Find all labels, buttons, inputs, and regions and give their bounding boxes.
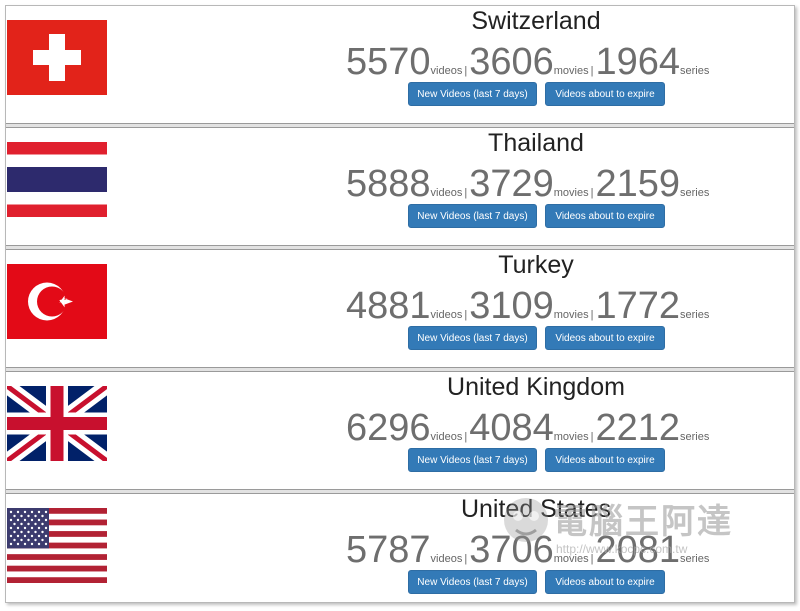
- series-label: series: [680, 65, 710, 77]
- expiring-videos-button[interactable]: Videos about to expire: [545, 82, 665, 106]
- separator: |: [464, 187, 468, 199]
- videos-label: videos: [430, 553, 463, 565]
- new-videos-button[interactable]: New Videos (last 7 days): [408, 448, 537, 472]
- videos-label: videos: [430, 431, 463, 443]
- separator: |: [590, 553, 594, 565]
- series-count: 2159: [595, 163, 680, 205]
- country-stats: 6296videos |4084movies |2212series: [346, 406, 709, 450]
- videos-label: videos: [430, 309, 463, 321]
- separator: |: [464, 431, 468, 443]
- flag-united-states-icon: [7, 508, 107, 583]
- expiring-videos-button[interactable]: Videos about to expire: [545, 204, 665, 228]
- movies-count: 3606: [469, 41, 554, 83]
- videos-count: 4881: [346, 285, 431, 327]
- new-videos-button[interactable]: New Videos (last 7 days): [408, 326, 537, 350]
- country-row-turkey: Turkey 4881videos |3109movies |1772series …: [6, 250, 794, 367]
- expiring-videos-button[interactable]: Videos about to expire: [545, 326, 665, 350]
- country-name: Switzerland: [471, 7, 601, 35]
- country-stats: 4881videos |3109movies |1772series: [346, 284, 709, 328]
- expiring-videos-button[interactable]: Videos about to expire: [545, 570, 665, 594]
- separator: |: [590, 65, 594, 77]
- country-stats: 5888videos |3729movies |2159series: [346, 162, 709, 206]
- series-count: 1772: [595, 285, 680, 327]
- movies-label: movies: [553, 553, 589, 565]
- videos-label: videos: [430, 65, 463, 77]
- separator: |: [464, 309, 468, 321]
- country-name: United States: [460, 495, 612, 523]
- flag-united-kingdom-icon: [7, 386, 107, 461]
- series-label: series: [680, 309, 710, 321]
- movies-label: movies: [553, 65, 589, 77]
- series-label: series: [680, 187, 710, 199]
- series-count: 2212: [595, 407, 680, 449]
- movies-label: movies: [553, 187, 589, 199]
- country-name: Thailand: [488, 129, 584, 157]
- movies-count: 3109: [469, 285, 554, 327]
- separator: |: [590, 309, 594, 321]
- series-count: 2081: [595, 529, 680, 571]
- expiring-videos-button[interactable]: Videos about to expire: [545, 448, 665, 472]
- videos-count: 5570: [346, 41, 431, 83]
- country-list: Switzerland 5570videos |3606movies |1964se…: [5, 5, 795, 603]
- videos-count: 5888: [346, 163, 431, 205]
- movies-count: 4084: [469, 407, 554, 449]
- series-count: 1964: [595, 41, 680, 83]
- flag-turkey-icon: [7, 264, 107, 339]
- separator: |: [464, 553, 468, 565]
- separator: |: [464, 65, 468, 77]
- new-videos-button[interactable]: New Videos (last 7 days): [408, 82, 537, 106]
- country-row-thailand: Thailand 5888videos |3729movies |2159serie…: [6, 128, 794, 245]
- series-label: series: [680, 553, 710, 565]
- videos-count: 6296: [346, 407, 431, 449]
- flag-thailand-icon: [7, 142, 107, 217]
- movies-count: 3729: [469, 163, 554, 205]
- movies-label: movies: [553, 309, 589, 321]
- separator: |: [590, 431, 594, 443]
- new-videos-button[interactable]: New Videos (last 7 days): [408, 570, 537, 594]
- videos-count: 5787: [346, 529, 431, 571]
- new-videos-button[interactable]: New Videos (last 7 days): [408, 204, 537, 228]
- country-stats: 5570videos |3606movies |1964series: [346, 40, 709, 84]
- country-row-united-states: United States 5787videos |3706movies |2081…: [6, 494, 794, 611]
- country-row-united-kingdom: United Kingdom 6296videos |4084movies |221…: [6, 372, 794, 489]
- movies-count: 3706: [469, 529, 554, 571]
- movies-label: movies: [553, 431, 589, 443]
- videos-label: videos: [430, 187, 463, 199]
- separator: |: [590, 187, 594, 199]
- country-stats: 5787videos |3706movies |2081series: [346, 528, 709, 572]
- flag-switzerland-icon: [7, 20, 107, 95]
- country-name: Turkey: [498, 251, 574, 279]
- country-row-switzerland: Switzerland 5570videos |3606movies |1964se…: [6, 6, 794, 123]
- series-label: series: [680, 431, 710, 443]
- country-name: United Kingdom: [447, 373, 625, 401]
